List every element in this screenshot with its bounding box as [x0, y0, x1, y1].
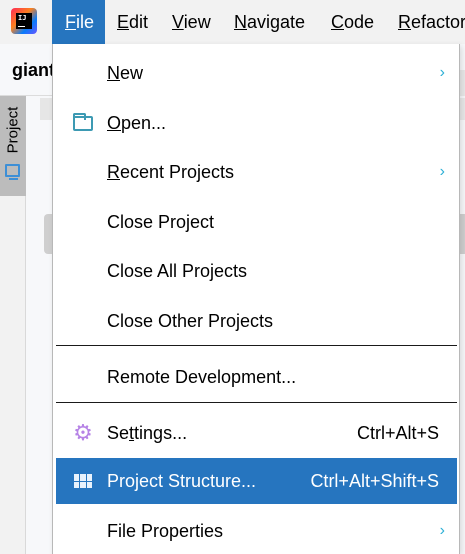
menu-item-close-all-projects[interactable]: Close All Projects: [56, 248, 457, 294]
submenu-arrow-icon: ›: [439, 522, 445, 539]
monitor-icon: [5, 164, 20, 180]
menu-item-label: Recent Projects: [107, 162, 235, 182]
gear-icon: ⚙: [73, 420, 93, 445]
menu-item-shortcut: Ctrl+Alt+S: [356, 423, 439, 443]
menu-refactor[interactable]: Refactor: [398, 0, 465, 44]
menu-item-settings[interactable]: ⚙ Settings... Ctrl+Alt+S: [56, 410, 457, 456]
menu-item-label: File Properties: [107, 521, 224, 541]
menu-item-label: New: [107, 63, 144, 83]
menu-item-file-properties[interactable]: File Properties ›: [56, 508, 457, 554]
menu-item-label: Project Structure...: [107, 471, 257, 491]
submenu-arrow-icon: ›: [439, 163, 445, 180]
project-name-label[interactable]: giant: [12, 60, 55, 81]
menu-code[interactable]: Code: [331, 0, 374, 44]
main-menu-bar: IJ File Edit View Navigate Code Refactor: [0, 0, 465, 44]
menu-item-label: Settings...: [107, 423, 188, 443]
menu-item-close-other-projects[interactable]: Close Other Projects: [56, 298, 457, 344]
menu-separator: [56, 345, 457, 346]
file-menu-dropdown: New › Open... Recent Projects › Close Pr…: [52, 44, 460, 554]
project-tab-label: Project: [4, 106, 22, 154]
menu-item-recent-projects[interactable]: Recent Projects ›: [56, 149, 457, 195]
menu-item-project-structure[interactable]: Project Structure... Ctrl+Alt+Shift+S: [56, 458, 457, 504]
menu-item-label: Close Other Projects: [107, 311, 274, 331]
menu-item-label: Remote Development...: [107, 367, 297, 387]
menu-navigate[interactable]: Navigate: [234, 0, 305, 44]
menu-item-new[interactable]: New ›: [56, 50, 457, 96]
menu-item-label: Close Project: [107, 212, 215, 232]
menu-item-label: Open...: [107, 113, 167, 133]
menu-file[interactable]: File: [52, 0, 105, 44]
menu-item-open[interactable]: Open...: [56, 100, 457, 146]
menu-edit[interactable]: Edit: [117, 0, 148, 44]
menu-item-label: Close All Projects: [107, 261, 248, 281]
menu-item-shortcut: Ctrl+Alt+Shift+S: [310, 471, 439, 491]
menu-item-remote-development[interactable]: Remote Development...: [56, 354, 457, 400]
intellij-logo-icon[interactable]: IJ: [11, 8, 37, 34]
project-structure-grid-icon: [74, 474, 92, 488]
menu-separator: [56, 402, 457, 403]
folder-icon: [73, 113, 93, 131]
submenu-arrow-icon: ›: [439, 64, 445, 81]
menu-item-close-project[interactable]: Close Project: [56, 199, 457, 245]
menu-view[interactable]: View: [172, 0, 211, 44]
